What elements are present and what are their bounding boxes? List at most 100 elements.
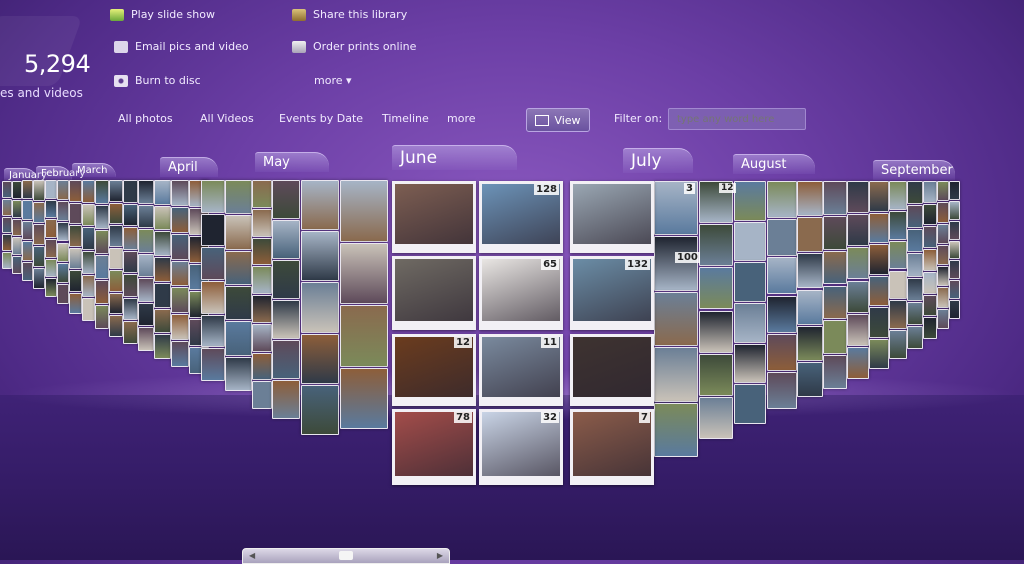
photo-thumbnail[interactable] — [201, 314, 225, 348]
photo-thumbnail[interactable] — [923, 249, 937, 271]
photo-thumbnail[interactable] — [734, 262, 766, 302]
photo-thumbnail[interactable] — [699, 396, 733, 439]
timeline-scrollbar[interactable]: ◀ ▶ — [242, 548, 450, 564]
month-july[interactable]: July — [623, 148, 693, 173]
photo-thumbnail[interactable] — [823, 320, 847, 355]
photo-thumbnail[interactable] — [923, 294, 937, 317]
photo-thumbnail[interactable] — [69, 292, 82, 314]
photo-thumbnail[interactable] — [95, 180, 109, 204]
photo-thumbnail[interactable] — [937, 223, 949, 244]
photo-thumbnail[interactable] — [154, 282, 171, 308]
photo-thumbnail[interactable] — [869, 307, 889, 338]
photo-thumbnail[interactable] — [154, 334, 171, 359]
photo-thumbnail[interactable] — [797, 181, 823, 217]
photo-thumbnail[interactable] — [109, 225, 123, 247]
photo-thumbnail[interactable] — [138, 204, 154, 229]
view-button[interactable]: View — [526, 108, 590, 132]
photo-thumbnail[interactable] — [171, 260, 189, 287]
photo-thumbnail[interactable] — [12, 199, 22, 218]
photo-thumbnail[interactable] — [923, 181, 937, 203]
photo-thumbnail[interactable] — [823, 215, 847, 250]
photo-thumbnail[interactable] — [171, 206, 189, 233]
photo-thumbnail[interactable] — [82, 227, 95, 250]
photo-thumbnail[interactable] — [2, 234, 12, 252]
photo-thumbnail[interactable] — [95, 230, 109, 254]
photo-thumbnail[interactable] — [22, 241, 33, 261]
photo-thumbnail[interactable] — [22, 200, 33, 220]
photo-thumbnail[interactable] — [82, 203, 95, 227]
photo-tile[interactable] — [392, 256, 476, 330]
photo-thumbnail[interactable] — [767, 219, 797, 257]
photo-thumbnail[interactable] — [109, 180, 123, 202]
photo-thumbnail[interactable] — [847, 181, 869, 214]
photo-thumbnail[interactable] — [734, 384, 766, 424]
photo-thumbnail[interactable] — [654, 347, 698, 402]
photo-thumbnail[interactable] — [225, 356, 252, 391]
photo-thumbnail[interactable] — [109, 202, 123, 225]
photo-thumbnail[interactable] — [95, 305, 109, 329]
photo-thumbnail[interactable] — [57, 180, 69, 200]
photo-thumbnail[interactable] — [301, 282, 339, 333]
photo-thumbnail[interactable] — [109, 247, 123, 270]
photo-thumbnail[interactable] — [937, 244, 949, 266]
photo-thumbnail[interactable] — [869, 181, 889, 212]
photo-thumbnail[interactable] — [767, 295, 797, 333]
photo-thumbnail[interactable] — [949, 240, 960, 260]
photo-thumbnail[interactable] — [201, 348, 225, 381]
photo-thumbnail[interactable] — [2, 216, 12, 234]
photo-thumbnail[interactable] — [69, 225, 82, 247]
month-march[interactable]: March — [72, 163, 116, 177]
photo-tile[interactable] — [392, 181, 476, 253]
photo-thumbnail[interactable] — [45, 180, 57, 199]
photo-thumbnail[interactable] — [272, 220, 300, 259]
photo-thumbnail[interactable] — [12, 218, 22, 237]
photo-tile[interactable]: 78 — [392, 409, 476, 485]
photo-tile[interactable]: 12 — [392, 334, 476, 406]
photo-thumbnail[interactable] — [57, 263, 69, 284]
photo-thumbnail[interactable] — [138, 278, 154, 302]
photo-thumbnail[interactable] — [797, 217, 823, 253]
photo-thumbnail[interactable] — [907, 253, 923, 277]
nav-events-by-date[interactable]: Events by Date — [279, 112, 363, 125]
photo-thumbnail[interactable] — [923, 271, 937, 294]
photo-thumbnail[interactable] — [154, 257, 171, 282]
photo-thumbnail[interactable] — [2, 181, 12, 198]
photo-thumbnail[interactable] — [869, 275, 889, 306]
photo-thumbnail[interactable] — [889, 330, 907, 359]
photo-thumbnail[interactable] — [123, 250, 138, 274]
photo-thumbnail[interactable] — [95, 280, 109, 304]
photo-thumbnail[interactable] — [12, 181, 22, 199]
photo-thumbnail[interactable] — [225, 180, 252, 215]
nav-all-videos[interactable]: All Videos — [200, 112, 254, 125]
month-june[interactable]: June — [392, 145, 517, 170]
month-february[interactable]: February — [36, 166, 85, 180]
nav-all-photos[interactable]: All photos — [118, 112, 173, 125]
photo-thumbnail[interactable] — [69, 247, 82, 269]
photo-thumbnail[interactable] — [123, 297, 138, 321]
photo-thumbnail[interactable] — [252, 352, 272, 381]
photo-thumbnail[interactable] — [225, 250, 252, 285]
photo-tile[interactable]: 128 — [479, 181, 563, 253]
photo-thumbnail[interactable] — [869, 212, 889, 243]
photo-thumbnail[interactable] — [937, 181, 949, 202]
photo-thumbnail[interactable] — [45, 278, 57, 297]
photo-thumbnail[interactable] — [12, 237, 22, 256]
photo-thumbnail[interactable] — [252, 381, 272, 409]
photo-thumbnail[interactable] — [869, 244, 889, 275]
burn-disc-link[interactable]: Burn to disc — [114, 74, 201, 87]
photo-thumbnail[interactable] — [22, 180, 33, 200]
scrollbar-thumb[interactable] — [339, 551, 353, 560]
photo-thumbnail[interactable] — [225, 215, 252, 250]
order-prints-link[interactable]: Order prints online — [292, 40, 416, 53]
play-slide-show-link[interactable]: Play slide show — [110, 8, 215, 21]
photo-thumbnail[interactable] — [138, 229, 154, 253]
photo-thumbnail[interactable] — [225, 321, 252, 356]
photo-thumbnail[interactable] — [138, 327, 154, 351]
photo-thumbnail[interactable] — [109, 292, 123, 315]
photo-thumbnail[interactable] — [937, 308, 949, 329]
photo-thumbnail[interactable] — [923, 203, 937, 226]
photo-thumbnail[interactable] — [69, 202, 82, 224]
month-august[interactable]: August — [733, 154, 815, 174]
photo-thumbnail[interactable] — [949, 260, 960, 280]
photo-thumbnail[interactable] — [823, 181, 847, 215]
